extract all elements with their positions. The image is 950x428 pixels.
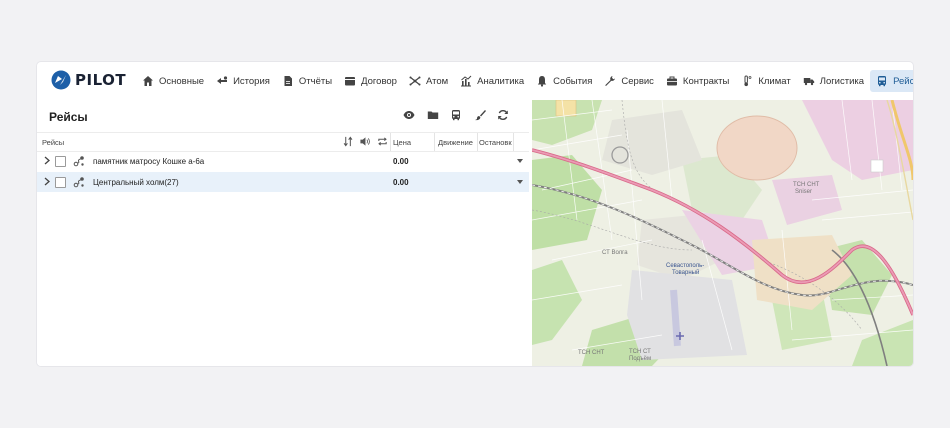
nav-item-label: Договор [361,75,397,87]
logo-text: PILOT [75,71,127,89]
map-canvas[interactable] [532,100,913,366]
nav-items: Основные История Отчёты Договор Атом Ана… [136,70,913,92]
truck-icon [803,78,814,86]
nav-item-label: Логистика [819,75,865,87]
nav-item-label: Климат [758,75,791,87]
column-divider [390,133,391,151]
app-window: PILOT Основные История Отчёты Договор Ат… [37,62,913,366]
route-price: 0.00 [393,178,409,187]
history-route-icon [217,76,228,84]
pilot-logo-icon [51,70,71,90]
map-label-tsn: СТ Волга [602,250,628,256]
bus-icon [878,76,887,87]
column-divider [477,133,478,151]
column-header-price[interactable]: Цена [393,138,411,147]
route-price: 0.00 [393,157,409,166]
analytics-chart-icon [461,75,472,87]
nav-item-servis[interactable]: Сервис [598,70,660,92]
nav-item-label: Атом [425,75,449,87]
nav-item-klimat[interactable]: Климат [735,70,796,92]
contract-folder-icon [345,77,356,86]
chevron-right-icon[interactable] [43,156,51,165]
column-divider [513,133,514,151]
nav-item-otchety[interactable]: Отчёты [276,70,338,92]
nav-item-label: Основные [159,75,205,87]
refresh-icon [498,110,508,120]
nav-item-reysy[interactable]: Рейсы [870,70,913,92]
map-view[interactable]: Севастополь- Товарный ТСН СНТ Sniser ТСН… [532,100,913,366]
nav-item-label: Аналитика [477,75,525,87]
eye-icon [403,111,415,119]
sort-icon[interactable] [343,136,354,147]
column-header-movement[interactable]: Движение [438,138,473,147]
panel-title: Рейсы [49,110,88,124]
bus-button[interactable] [450,109,462,121]
briefcase-icon [666,76,677,86]
toggle-visibility-button[interactable] [403,109,415,121]
folder-button[interactable] [427,109,439,121]
nav-item-kontrakty[interactable]: Контракты [660,70,735,92]
column-header-name[interactable]: Рейсы [42,138,64,147]
row-dropdown-caret-icon[interactable] [517,159,523,163]
row-dropdown-caret-icon[interactable] [517,180,523,184]
column-header-stops[interactable]: Остановк [479,138,512,147]
bell-icon [537,76,547,87]
nav-item-istoriya[interactable]: История [210,70,276,92]
panel-toolbar [403,109,521,121]
table-row[interactable]: Центральный холм(27) 0.00 [37,172,529,192]
nav-item-label: Контракты [682,75,730,87]
nav-item-analitika[interactable]: Аналитика [454,70,530,92]
top-navigation: PILOT Основные История Отчёты Договор Ат… [37,62,913,100]
thermometer-icon [744,75,752,87]
repeat-icon[interactable] [377,136,388,147]
map-label-tsn: ТСН СНТ [793,182,820,188]
table-row[interactable]: памятник матросу Кошке а-6а 0.00 [37,151,529,171]
wrench-icon [605,76,616,86]
brush-button[interactable] [474,109,486,121]
map-label-tsn: Подъём [629,356,652,362]
map-label-tsn: Sniser [795,189,813,195]
nav-item-osnovnye[interactable]: Основные [136,70,210,92]
nav-item-label: Отчёты [298,75,333,87]
volume-icon[interactable] [359,136,371,147]
nav-item-atom[interactable]: Атом [403,70,454,92]
home-icon [143,76,153,86]
route-name: памятник матросу Кошке а-6а [93,157,205,166]
route-icon [73,177,84,188]
nav-item-logistika[interactable]: Логистика [797,70,870,92]
table-header: Рейсы Цена Движение Остановк [37,132,529,152]
routes-panel: Рейсы Рейсы Цена Движение Остановк памят… [37,100,529,366]
map-label-station: Севастополь- [666,263,705,269]
route-name: Центральный холм(27) [93,178,179,187]
nav-item-label: История [233,75,270,87]
row-checkbox[interactable] [55,177,66,188]
atom-icon [409,76,421,86]
route-icon [73,156,84,167]
bus-icon [452,110,460,121]
report-file-icon [284,76,292,86]
map-label-tsn: ТСН СНТ [578,350,605,356]
row-checkbox[interactable] [55,156,66,167]
map-label-station: Товарный [672,270,700,276]
nav-item-dogovor[interactable]: Договор [338,70,403,92]
map-label-tsn: ТСН СТ [629,349,651,355]
nav-item-sobytiya[interactable]: События [530,70,598,92]
nav-item-label: Сервис [621,75,654,87]
nav-item-label: Рейсы [893,75,913,87]
column-divider [434,133,435,151]
refresh-button[interactable] [497,109,509,121]
logo[interactable]: PILOT [51,69,126,91]
brush-icon [474,110,486,121]
chevron-right-icon[interactable] [43,177,51,186]
folder-icon [427,111,438,119]
nav-item-label: События [553,75,593,87]
